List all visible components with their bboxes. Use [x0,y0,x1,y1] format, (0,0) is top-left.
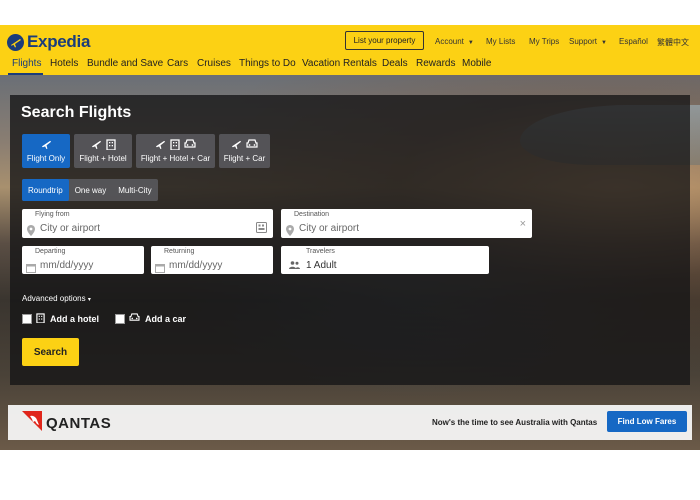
qantas-brand: QANTAS [46,415,112,432]
travelers-field[interactable]: Travelers 1 Adult [281,246,489,274]
add-hotel-label[interactable]: Add a hotel [36,313,99,325]
header: Expedia List your property Account ▼ My L… [0,25,700,75]
spanish-link[interactable]: Español [619,37,648,46]
destination-field[interactable]: Destination City or airport × [281,209,532,238]
my-trips-link[interactable]: My Trips [529,37,559,46]
add-car-text: Add a car [145,313,187,324]
chevron-down-icon: ▾ [87,297,91,303]
clear-icon[interactable]: × [520,218,526,230]
travelers-value: 1 Adult [306,260,337,271]
trip-roundtrip[interactable]: Roundtrip [22,179,69,201]
returning-field[interactable]: Returning mm/dd/yyyy [151,246,273,274]
tab-flight-car[interactable]: Flight + Car [219,134,270,168]
nav-rewards[interactable]: Rewards [416,58,455,69]
account-menu[interactable]: Account ▼ [435,37,474,46]
nav-deals[interactable]: Deals [382,58,408,69]
hotel-icon [36,313,45,325]
people-icon [289,256,300,274]
plane-icon [91,139,102,152]
car-icon [184,139,196,151]
plane-icon [155,139,166,152]
nearby-airport-icon[interactable] [256,220,267,238]
tab-flight-only[interactable]: Flight Only [22,134,70,168]
location-pin-icon [286,223,294,241]
add-car-checkbox[interactable] [115,314,125,324]
main-nav: Flights Hotels Bundle and Save Cars Crui… [0,58,700,75]
tab-label: Flight Only [26,153,66,163]
flying-from-field[interactable]: Flying from City or airport [22,209,273,238]
nav-bundle[interactable]: Bundle and Save [87,58,163,69]
qantas-logo: QANTAS [22,411,111,436]
tab-label: Flight + Hotel + Car [140,153,211,163]
destination-label: Destination [294,211,330,218]
add-hotel-checkbox[interactable] [22,314,32,324]
nav-flights[interactable]: Flights [12,58,41,69]
travelers-label: Travelers [306,248,335,255]
tab-flight-hotel[interactable]: Flight + Hotel [74,134,132,168]
nav-cars[interactable]: Cars [167,58,188,69]
car-icon [129,313,140,324]
departing-input[interactable]: mm/dd/yyyy [40,260,93,271]
brand-name: Expedia [27,32,91,51]
add-car-label[interactable]: Add a car [129,313,186,324]
page-title: Search Flights [21,104,132,121]
expedia-logo[interactable]: Expedia [7,32,90,52]
flying-from-input[interactable]: City or airport [40,223,100,234]
tab-label: Flight + Hotel [79,153,127,163]
nav-things-to-do[interactable]: Things to Do [239,58,296,69]
find-low-fares-button[interactable]: Find Low Fares [607,411,687,432]
plane-icon [41,139,52,152]
car-icon [246,139,258,151]
qantas-ad-banner[interactable]: QANTAS Now's the time to see Australia w… [8,405,692,440]
support-menu[interactable]: Support ▼ [569,37,607,46]
trip-type-selector: Roundtrip One way Multi-City [22,179,158,201]
tab-flight-hotel-car[interactable]: Flight + Hotel + Car [136,134,215,168]
returning-input[interactable]: mm/dd/yyyy [169,260,222,271]
ad-text: Now's the time to see Australia with Qan… [432,418,598,427]
kangaroo-icon [22,411,42,436]
plane-icon [231,139,242,152]
chevron-down-icon: ▼ [601,40,607,46]
search-button[interactable]: Search [22,338,79,366]
my-lists-link[interactable]: My Lists [486,37,515,46]
account-label: Account [435,37,464,46]
trip-multi-city[interactable]: Multi-City [112,179,157,201]
tab-label: Flight + Car [223,153,266,163]
nav-hotels[interactable]: Hotels [50,58,78,69]
returning-label: Returning [164,248,195,255]
trip-one-way[interactable]: One way [69,179,113,201]
add-hotel-text: Add a hotel [50,314,99,324]
departing-label: Departing [35,248,66,255]
plane-globe-icon [7,33,24,51]
calendar-icon [26,260,36,278]
chinese-link[interactable]: 繁體中文 [657,37,689,48]
list-property-button[interactable]: List your property [345,31,424,50]
nav-cruises[interactable]: Cruises [197,58,231,69]
destination-input[interactable]: City or airport [299,223,359,234]
departing-field[interactable]: Departing mm/dd/yyyy [22,246,144,274]
flying-from-label: Flying from [35,211,70,218]
location-pin-icon [27,223,35,241]
hotel-icon [170,138,180,152]
calendar-icon [155,260,165,278]
hotel-icon [105,138,116,152]
nav-vacation-rentals[interactable]: Vacation Rentals [302,58,377,69]
advanced-options-label: Advanced options [22,294,86,303]
advanced-options-toggle[interactable]: Advanced options ▾ [22,294,91,303]
nav-mobile[interactable]: Mobile [462,58,491,69]
support-label: Support [569,37,598,46]
chevron-down-icon: ▼ [467,40,474,46]
page: Expedia List your property Account ▼ My L… [0,0,700,500]
